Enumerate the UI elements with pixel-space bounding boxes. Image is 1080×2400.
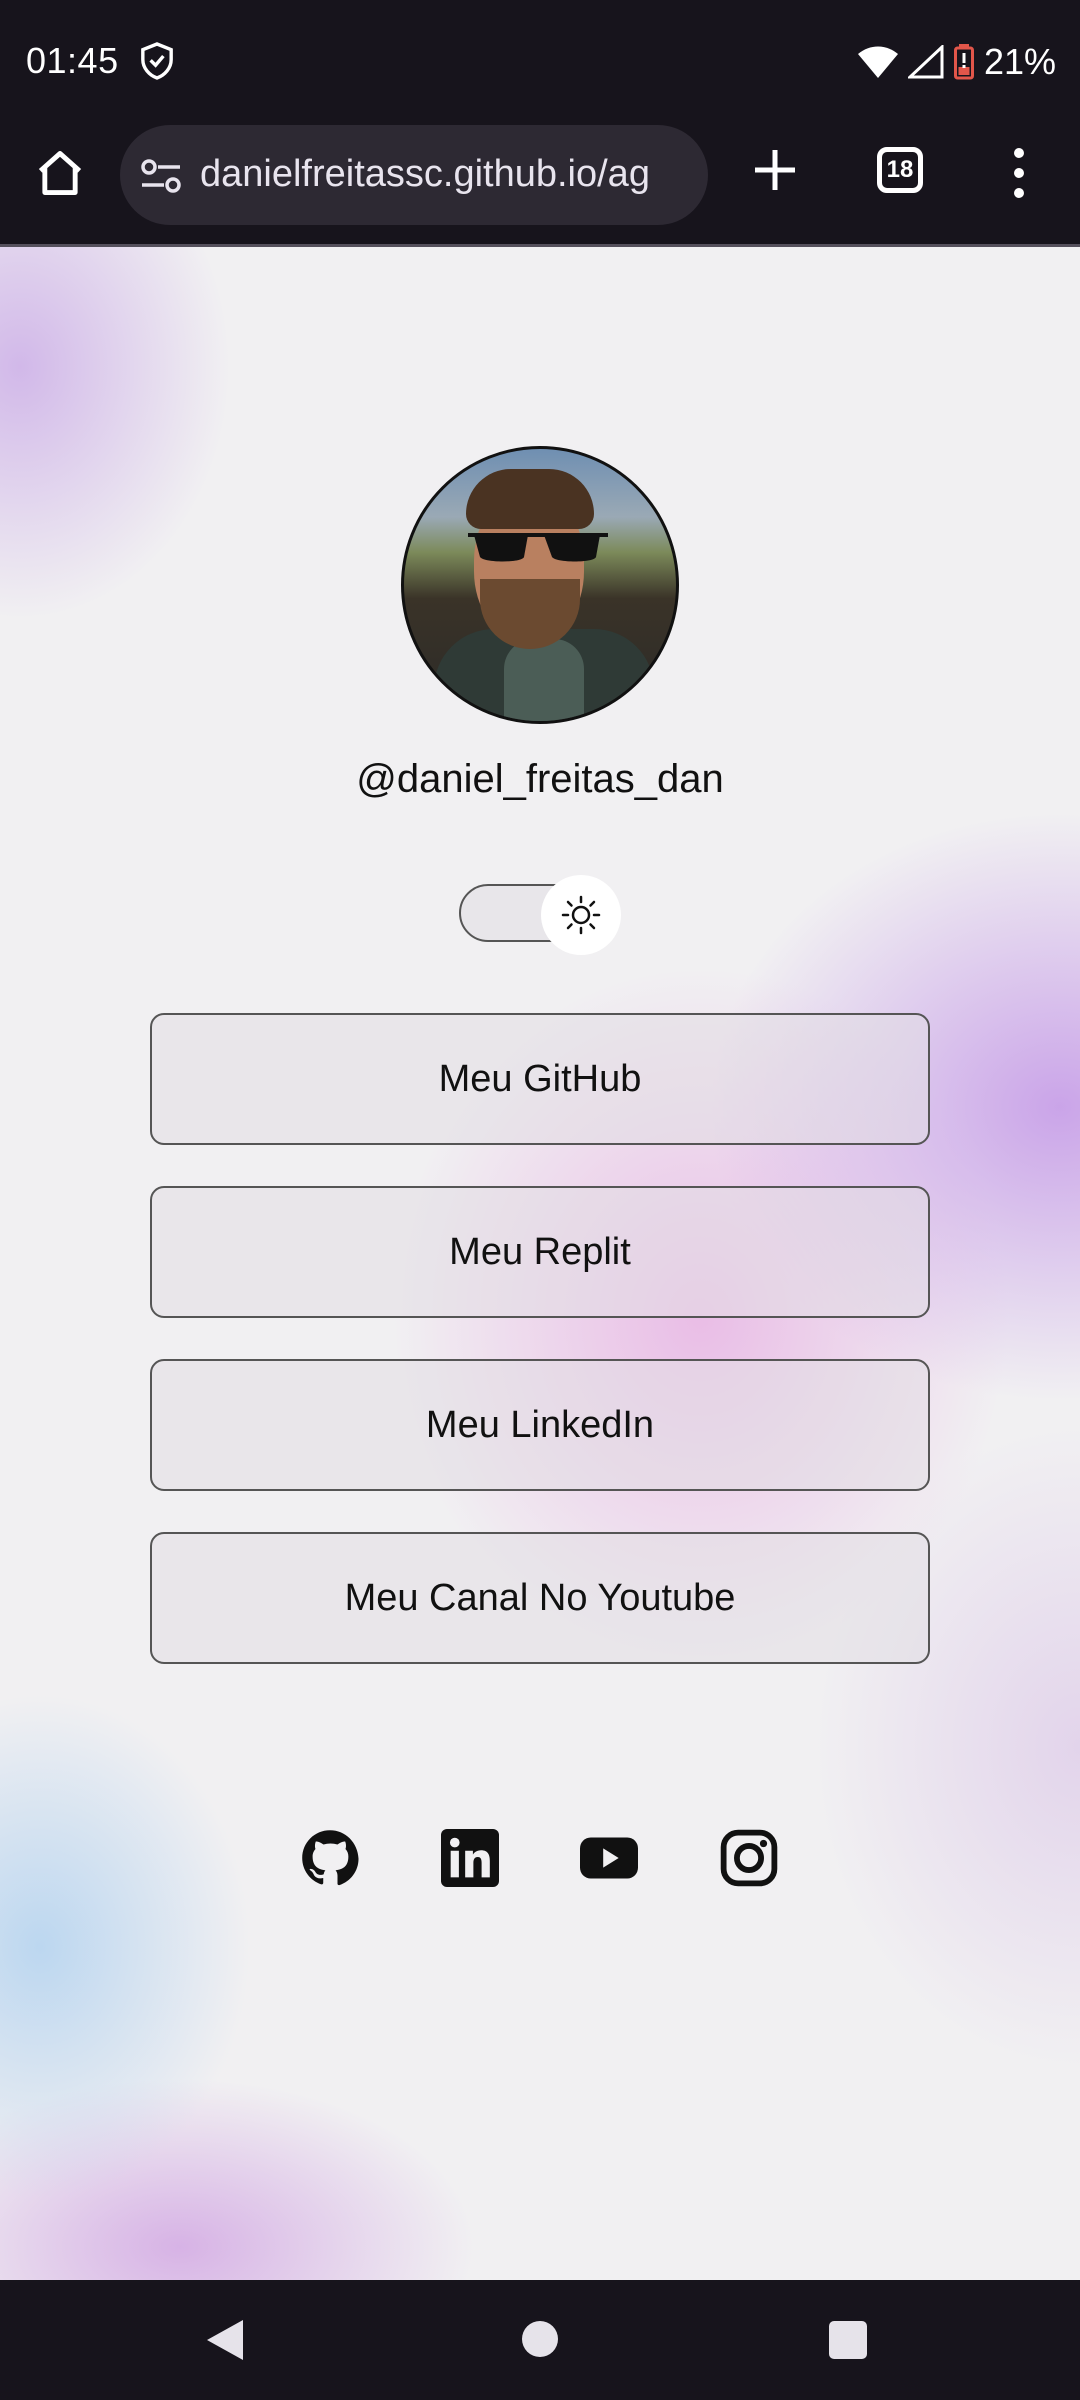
- page-content: @daniel_freitas_dan Meu GitHub Meu Repli…: [0, 247, 1080, 2280]
- avatar: [401, 446, 679, 724]
- youtube-icon[interactable]: [580, 1829, 638, 1887]
- more-menu-icon[interactable]: [1008, 147, 1030, 199]
- theme-toggle[interactable]: [459, 875, 621, 955]
- instagram-icon[interactable]: [720, 1829, 778, 1887]
- browser-toolbar: danielfreitassc.github.io/ag 18: [0, 125, 1080, 247]
- github-icon[interactable]: [301, 1829, 359, 1887]
- status-bar: 01:45 21%: [0, 0, 1080, 125]
- wifi-icon: [857, 46, 898, 78]
- battery-icon: [953, 44, 974, 80]
- address-bar[interactable]: danielfreitassc.github.io/ag: [120, 125, 708, 225]
- url-text: danielfreitassc.github.io/ag: [200, 153, 650, 195]
- battery-level: 21%: [983, 41, 1056, 82]
- signal-icon: [907, 45, 944, 79]
- github-link-button[interactable]: Meu GitHub: [150, 1013, 930, 1145]
- replit-link-button[interactable]: Meu Replit: [150, 1186, 930, 1318]
- new-tab-icon[interactable]: [752, 147, 798, 193]
- system-nav-bar: [0, 2280, 1080, 2400]
- recents-button[interactable]: [829, 2321, 867, 2359]
- home-icon[interactable]: [34, 147, 86, 199]
- shield-check-icon: [141, 42, 173, 80]
- back-icon[interactable]: [205, 2318, 245, 2362]
- tab-switcher-button[interactable]: 18: [877, 147, 923, 193]
- username: @daniel_freitas_dan: [356, 757, 724, 801]
- status-time: 01:45: [26, 40, 119, 81]
- youtube-link-button[interactable]: Meu Canal No Youtube: [150, 1532, 930, 1664]
- linkedin-link-button[interactable]: Meu LinkedIn: [150, 1359, 930, 1491]
- site-settings-icon[interactable]: [140, 159, 182, 193]
- home-button[interactable]: [522, 2321, 558, 2357]
- sun-icon: [561, 895, 601, 935]
- toggle-knob: [541, 875, 621, 955]
- linkedin-icon[interactable]: [441, 1829, 499, 1887]
